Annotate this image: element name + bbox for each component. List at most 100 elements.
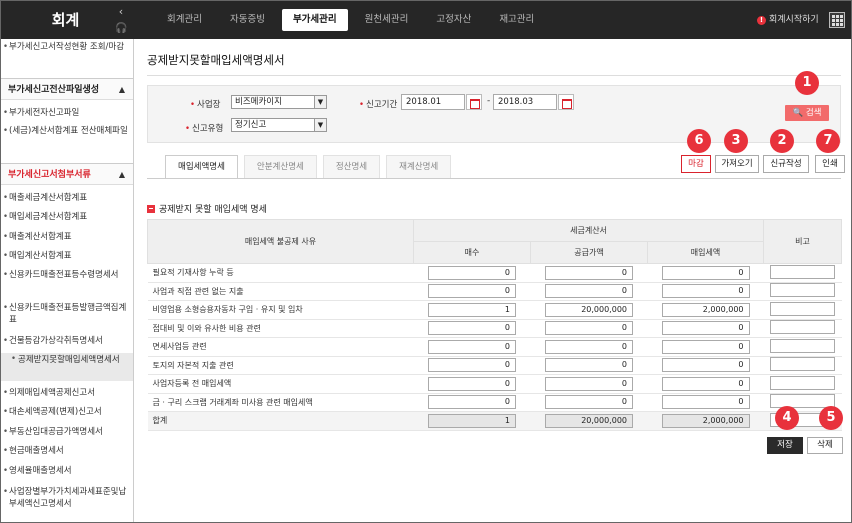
- note-input[interactable]: [770, 264, 836, 279]
- reason-cell: 비영업용 소형승용자동차 구입 · 유지 및 임차: [147, 300, 414, 320]
- period-to-input[interactable]: 2018.03: [493, 94, 557, 110]
- sidebar-item-non-deductible[interactable]: 공제받지못할매입세액명세서: [1, 353, 133, 381]
- note-input[interactable]: [770, 357, 836, 372]
- print-button[interactable]: 인쇄: [815, 155, 845, 173]
- topnav-item-withholding[interactable]: 원천세관리: [354, 9, 420, 31]
- sidebar-item-invoice-media[interactable]: (세금)계산서합계표 전산매체파일: [3, 125, 131, 137]
- count-input[interactable]: 1: [428, 302, 516, 317]
- reason-cell: 접대비 및 이와 유사한 비용 관련: [147, 319, 414, 338]
- tax-input[interactable]: 0: [661, 376, 750, 391]
- start-accounting-label: 회계시작하기: [769, 15, 819, 25]
- tab-allocation[interactable]: 안분계산명세: [243, 155, 317, 179]
- count-input[interactable]: 0: [428, 376, 516, 391]
- sidebar-item-e-filing[interactable]: 부가세전자신고파일: [3, 107, 131, 119]
- main-content: 공제받지못할매입세액명세서 • 사업장 비즈메카이지 ▼ • 신고기간 2018.0…: [135, 39, 851, 522]
- tax-input[interactable]: 0: [661, 358, 750, 373]
- collapse-sidebar-icon[interactable]: ‹: [114, 5, 128, 19]
- supply-input[interactable]: 0: [545, 376, 633, 391]
- supply-input[interactable]: 0: [545, 395, 633, 410]
- business-select[interactable]: 비즈메카이지 ▼: [231, 95, 327, 109]
- supply-input[interactable]: 0: [545, 284, 633, 299]
- count-input[interactable]: 0: [428, 358, 516, 373]
- top-bar: 회계 ‹ 🎧 회계관리 자동증빙 부가세관리 원천세관리 고정자산 재고관리 !…: [1, 1, 851, 39]
- chevron-down-icon: ▼: [314, 119, 326, 131]
- count-input[interactable]: 0: [428, 321, 516, 336]
- new-button[interactable]: 신규작성: [763, 155, 809, 173]
- sidebar-item-rental[interactable]: 부동산임대공급가액명세서: [3, 426, 131, 438]
- divider: [147, 178, 841, 179]
- supply-cell: 0: [530, 356, 648, 375]
- tax-input[interactable]: 0: [661, 395, 750, 410]
- note-input[interactable]: [770, 283, 836, 298]
- topnav-item-accounting[interactable]: 회계관리: [156, 9, 213, 31]
- topnav-item-vat[interactable]: 부가세관리: [281, 9, 348, 31]
- callout-badge-6: 6: [687, 129, 711, 153]
- tab-recalculation[interactable]: 재계산명세: [386, 155, 452, 179]
- page-title: 공제받지못할매입세액명세서: [147, 53, 285, 67]
- headset-icon[interactable]: 🎧: [115, 23, 127, 35]
- topnav-item-inventory[interactable]: 재고관리: [488, 9, 545, 31]
- sidebar-item-sales-invoice[interactable]: 매출계산서합계표: [3, 231, 131, 243]
- tax-input[interactable]: 0: [661, 339, 750, 354]
- tab-settlement[interactable]: 정산명세: [322, 155, 381, 179]
- sidebar-item-card-issued[interactable]: 신용카드매출전표등발행금액집계표: [3, 302, 131, 326]
- count-cell: 0: [413, 356, 531, 375]
- sidebar-item-depreciation[interactable]: 건물등감가상각취득명세서: [3, 335, 131, 347]
- supply-input[interactable]: 0: [545, 265, 633, 280]
- table-row: 필요적 기재사항 누락 등 0 0 0: [147, 263, 842, 283]
- topnav-item-auto-evidence[interactable]: 자동증빙: [219, 9, 276, 31]
- save-button[interactable]: 저장: [767, 437, 803, 454]
- period-label: • 신고기간: [359, 100, 398, 110]
- tax-input[interactable]: 0: [661, 265, 750, 280]
- note-input[interactable]: [770, 320, 836, 335]
- sidebar-item-card-received[interactable]: 신용카드매출전표등수령명세서: [3, 269, 131, 281]
- sidebar-item-sales-tax-invoice[interactable]: 매출세금계산서합계표: [3, 192, 131, 204]
- sidebar-item-branch-report[interactable]: 사업장별부가가치세과세표준및납부세액신고명세서: [3, 486, 131, 510]
- sidebar: 부가세신고서작성현황 조회/마감 부가세신고전산파일생성 ▲ 부가세전자신고파일…: [1, 39, 134, 522]
- search-button[interactable]: 🔍 검색: [785, 105, 829, 121]
- sidebar-item-zero-rate[interactable]: 영세율매출명세서: [3, 465, 131, 477]
- count-cell: 0: [413, 374, 531, 394]
- sidebar-item-cash-sales[interactable]: 현금매출명세서: [3, 445, 131, 457]
- note-cell: [763, 300, 842, 320]
- sidebar-item-vat-status[interactable]: 부가세신고서작성현황 조회/마감: [3, 41, 131, 53]
- count-input[interactable]: 0: [428, 284, 516, 299]
- topnav-item-fixed-assets[interactable]: 고정자산: [425, 9, 482, 31]
- reason-cell: 사업자등록 전 매입세액: [147, 374, 414, 394]
- sidebar-group-attachments[interactable]: 부가세신고서첨부서류 ▲: [1, 163, 133, 185]
- count-input[interactable]: 0: [428, 339, 516, 354]
- tax-cell: 0: [647, 319, 764, 338]
- calculator-icon[interactable]: [829, 12, 845, 28]
- reason-cell: 합계: [147, 411, 414, 431]
- sidebar-item-bad-debt[interactable]: 대손세액공제(변제)신고서: [3, 406, 131, 418]
- sidebar-item-deemed-input[interactable]: 의제매입세액공제신고서: [3, 387, 131, 399]
- import-button[interactable]: 가져오기: [715, 155, 759, 173]
- reason-cell: 토지의 자본적 지출 관련: [147, 356, 414, 375]
- calendar-icon[interactable]: [558, 94, 574, 110]
- tab-purchase-tax[interactable]: 매입세액명세: [165, 155, 238, 179]
- tax-input[interactable]: 0: [661, 284, 750, 299]
- minus-square-icon: [147, 204, 155, 213]
- count-input[interactable]: 0: [428, 265, 516, 280]
- note-input[interactable]: [770, 338, 836, 353]
- sidebar-item-purchase-invoice[interactable]: 매입계산서합계표: [3, 250, 131, 262]
- table-row: 사업자등록 전 매입세액 0 0 0: [147, 374, 842, 394]
- report-type-select[interactable]: 정기신고 ▼: [231, 118, 327, 132]
- sidebar-item-purchase-tax-invoice[interactable]: 매입세금계산서합계표: [3, 211, 131, 223]
- tax-input[interactable]: 2,000,000: [661, 302, 750, 317]
- sidebar-group-efile[interactable]: 부가세신고전산파일생성 ▲: [1, 78, 133, 100]
- start-accounting-link[interactable]: ! 회계시작하기: [757, 13, 819, 27]
- delete-button[interactable]: 삭제: [807, 437, 843, 454]
- close-button[interactable]: 마감: [681, 155, 711, 173]
- note-input[interactable]: [770, 301, 836, 316]
- calendar-icon[interactable]: [466, 94, 482, 110]
- supply-input[interactable]: 0: [545, 339, 633, 354]
- tax-input[interactable]: 0: [661, 321, 750, 336]
- count-input[interactable]: 0: [428, 395, 516, 410]
- period-from-input[interactable]: 2018.01: [401, 94, 465, 110]
- table-row: 금 · 구리 스크랩 거래계좌 미사용 관련 매입세액 0 0 0: [147, 393, 842, 412]
- supply-input[interactable]: 0: [545, 321, 633, 336]
- note-input[interactable]: [770, 375, 836, 390]
- supply-input[interactable]: 0: [545, 358, 633, 373]
- supply-input[interactable]: 20,000,000: [545, 302, 633, 317]
